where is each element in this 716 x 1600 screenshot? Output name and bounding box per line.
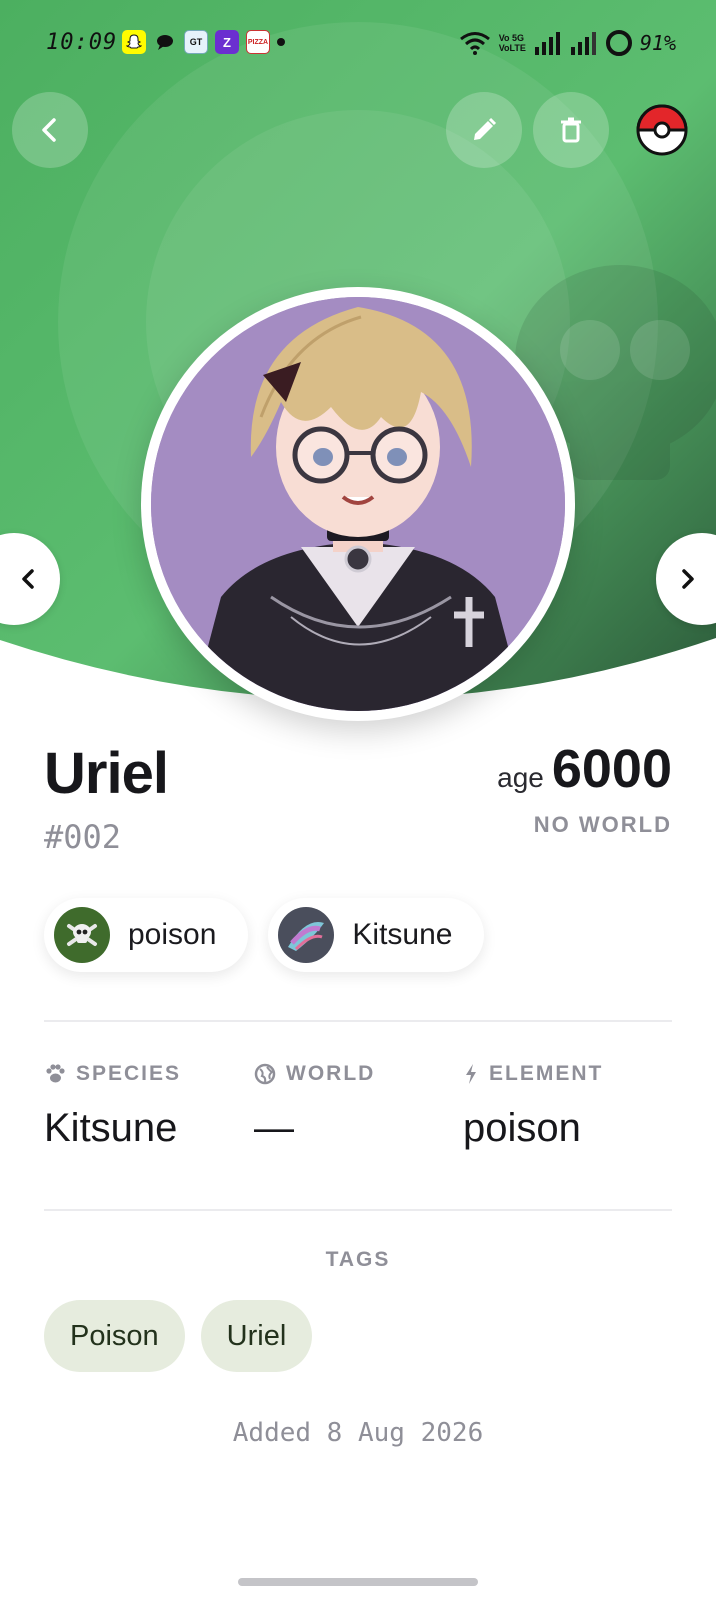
chevron-right-icon	[682, 569, 694, 589]
world-caption: NO WORLD	[533, 812, 672, 837]
more-notifications-dot	[277, 38, 285, 46]
skull-crossbones-icon	[54, 907, 110, 963]
stat-element-value: poison	[463, 1106, 581, 1150]
chevron-left-icon	[42, 118, 56, 142]
age-label: age	[497, 762, 544, 793]
character-number: #002	[44, 818, 122, 856]
trash-icon	[561, 117, 581, 143]
signal-icon-2	[570, 32, 596, 55]
globe-icon	[254, 1063, 276, 1085]
stat-element-label: ELEMENT	[489, 1062, 604, 1085]
kitsune-icon	[278, 907, 335, 963]
paw-icon	[46, 1064, 65, 1083]
stat-species-label: SPECIES	[76, 1062, 182, 1085]
character-portrait-illustration	[151, 297, 565, 711]
status-right: Vo 5G VoLTE 91%	[459, 30, 676, 56]
pokeball-icon[interactable]	[636, 104, 688, 156]
pencil-icon	[474, 117, 497, 140]
stat-species: SPECIES Kitsune	[44, 1062, 181, 1151]
wifi-icon	[459, 32, 490, 55]
stat-world: WORLD —	[254, 1062, 375, 1151]
pizza-icon: PIZZA	[246, 30, 270, 54]
gt-icon: GT	[184, 30, 208, 54]
character-name: Uriel	[44, 741, 169, 806]
chip-element-label: poison	[128, 918, 217, 951]
delete-button[interactable]	[533, 92, 609, 168]
home-indicator[interactable]	[238, 1578, 478, 1586]
quick-chips: poison Kitsune	[44, 898, 485, 972]
tags-list: Poison Uriel	[44, 1300, 313, 1372]
tag-chip[interactable]: Uriel	[200, 1300, 313, 1372]
signal-icon	[534, 32, 560, 55]
snapchat-icon	[122, 30, 146, 54]
battery-percent: 91%	[639, 31, 676, 55]
stat-element: ELEMENT poison	[463, 1062, 603, 1151]
age-block: age 6000	[497, 738, 672, 800]
stat-world-label: WORLD	[286, 1062, 376, 1085]
stat-world-header: WORLD	[254, 1062, 375, 1086]
edit-button[interactable]	[446, 92, 522, 168]
notification-icons: GT Z PIZZA	[122, 30, 285, 54]
divider	[44, 1020, 672, 1022]
stat-world-value: —	[254, 1106, 294, 1150]
chip-element[interactable]: poison	[44, 898, 249, 972]
status-bar: 10:09 GT Z PIZZA Vo 5G VoLTE 91%	[0, 22, 716, 66]
back-button[interactable]	[12, 92, 88, 168]
chip-species[interactable]: Kitsune	[268, 898, 485, 972]
chevron-left-icon	[22, 569, 34, 589]
z-icon: Z	[215, 30, 239, 54]
volte-indicator: Vo 5G VoLTE	[498, 33, 526, 53]
status-time: 10:09	[46, 30, 118, 55]
divider	[44, 1209, 672, 1211]
added-date: Added 8 Aug 2026	[232, 1418, 484, 1448]
battery-icon	[605, 30, 632, 56]
bolt-icon	[466, 1064, 476, 1084]
tags-title: TAGS	[325, 1248, 391, 1271]
chip-species-label: Kitsune	[352, 918, 453, 951]
stat-element-header: ELEMENT	[463, 1062, 603, 1086]
stat-species-header: SPECIES	[44, 1062, 181, 1086]
chat-icon	[153, 30, 177, 54]
character-avatar[interactable]	[151, 297, 565, 711]
stat-species-value: Kitsune	[44, 1106, 178, 1150]
age-value: 6000	[551, 739, 672, 799]
tag-chip[interactable]: Poison	[44, 1300, 185, 1372]
